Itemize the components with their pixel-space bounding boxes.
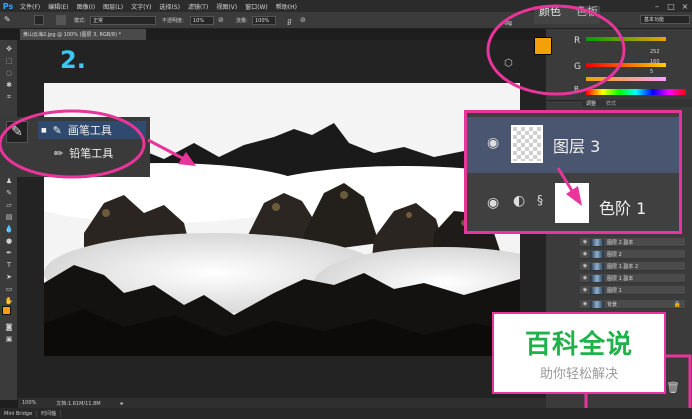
arrow-head-canvas: [178, 152, 196, 166]
arrow-to-canvas: [147, 138, 187, 162]
watermark-subtitle: 助你轻松解决: [539, 367, 618, 382]
status-bar: 100% 文档:1.61M/11.8M ▸: [18, 398, 546, 408]
tab-mini-bridge[interactable]: Mini Bridge: [0, 410, 38, 417]
doc-info: 文档:1.61M/11.8M: [56, 400, 101, 407]
bottom-tabs: Mini Bridge 时间轴: [0, 408, 692, 419]
tab-timeline[interactable]: 时间轴: [37, 410, 62, 417]
color-highlight-ellipse: [486, 4, 626, 96]
arrow-to-layer: [556, 167, 576, 195]
zoom-level[interactable]: 100%: [22, 400, 36, 406]
brush-highlight-ellipse: [0, 109, 146, 179]
play-icon[interactable]: ▸: [121, 400, 124, 407]
watermark-title: 百科全说: [524, 330, 633, 360]
watermark-logo: 百科全说 助你轻松解决: [492, 312, 666, 394]
arrow-head-layer: [566, 186, 582, 206]
